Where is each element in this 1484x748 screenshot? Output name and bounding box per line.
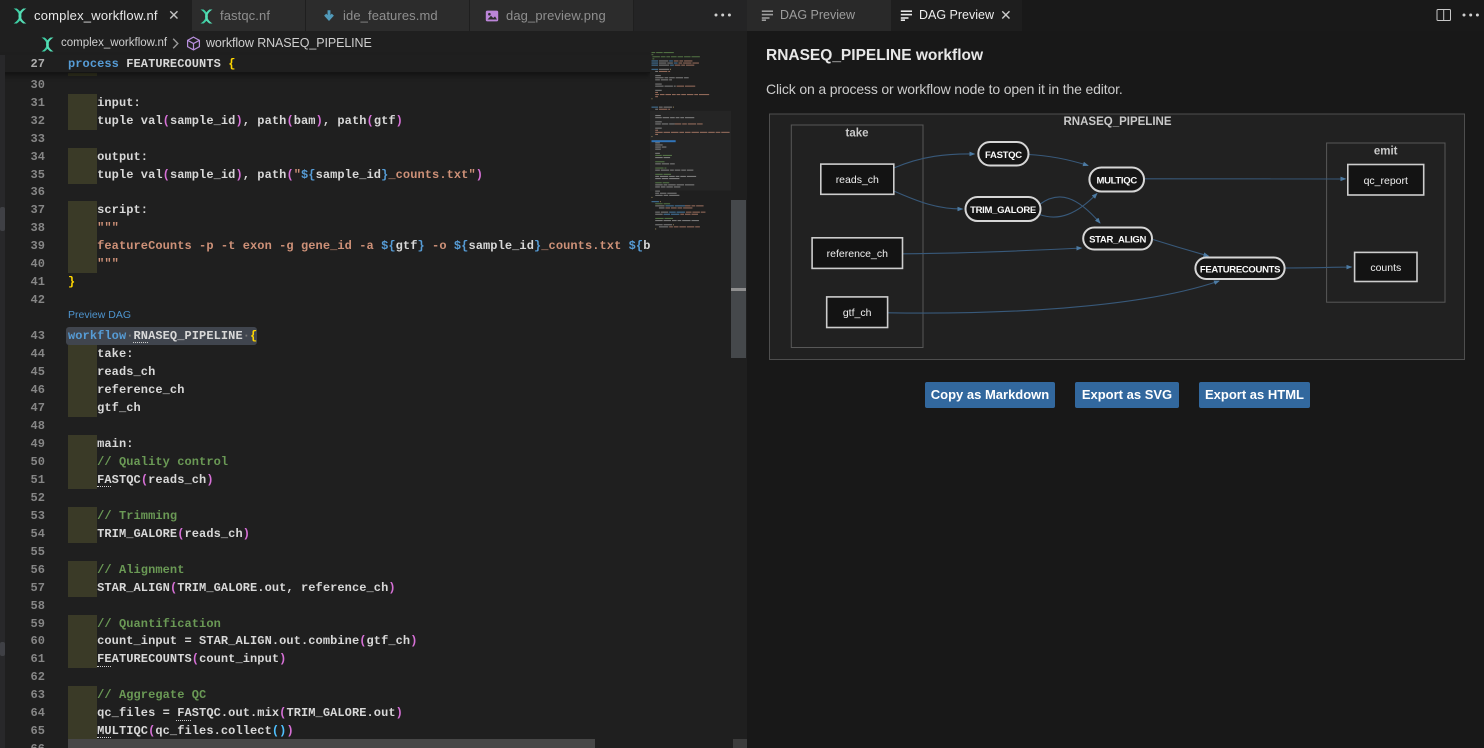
svg-text:TRIM_GALORE: TRIM_GALORE [970,205,1036,216]
svg-text:take: take [845,128,868,140]
svg-text:STAR_ALIGN: STAR_ALIGN [1089,235,1146,246]
svg-text:reads_ch: reads_ch [836,174,879,186]
svg-text:emit: emit [1374,146,1398,158]
svg-text:RNASEQ_PIPELINE: RNASEQ_PIPELINE [1064,116,1172,128]
svg-text:qc_report: qc_report [1364,175,1408,187]
svg-text:gtf_ch: gtf_ch [843,307,872,319]
svg-text:MULTIQC: MULTIQC [1096,176,1137,187]
svg-text:FASTQC: FASTQC [985,150,1022,161]
svg-text:counts: counts [1370,262,1401,274]
svg-text:FEATURECOUNTS: FEATURECOUNTS [1200,264,1280,275]
svg-text:reference_ch: reference_ch [827,248,888,260]
